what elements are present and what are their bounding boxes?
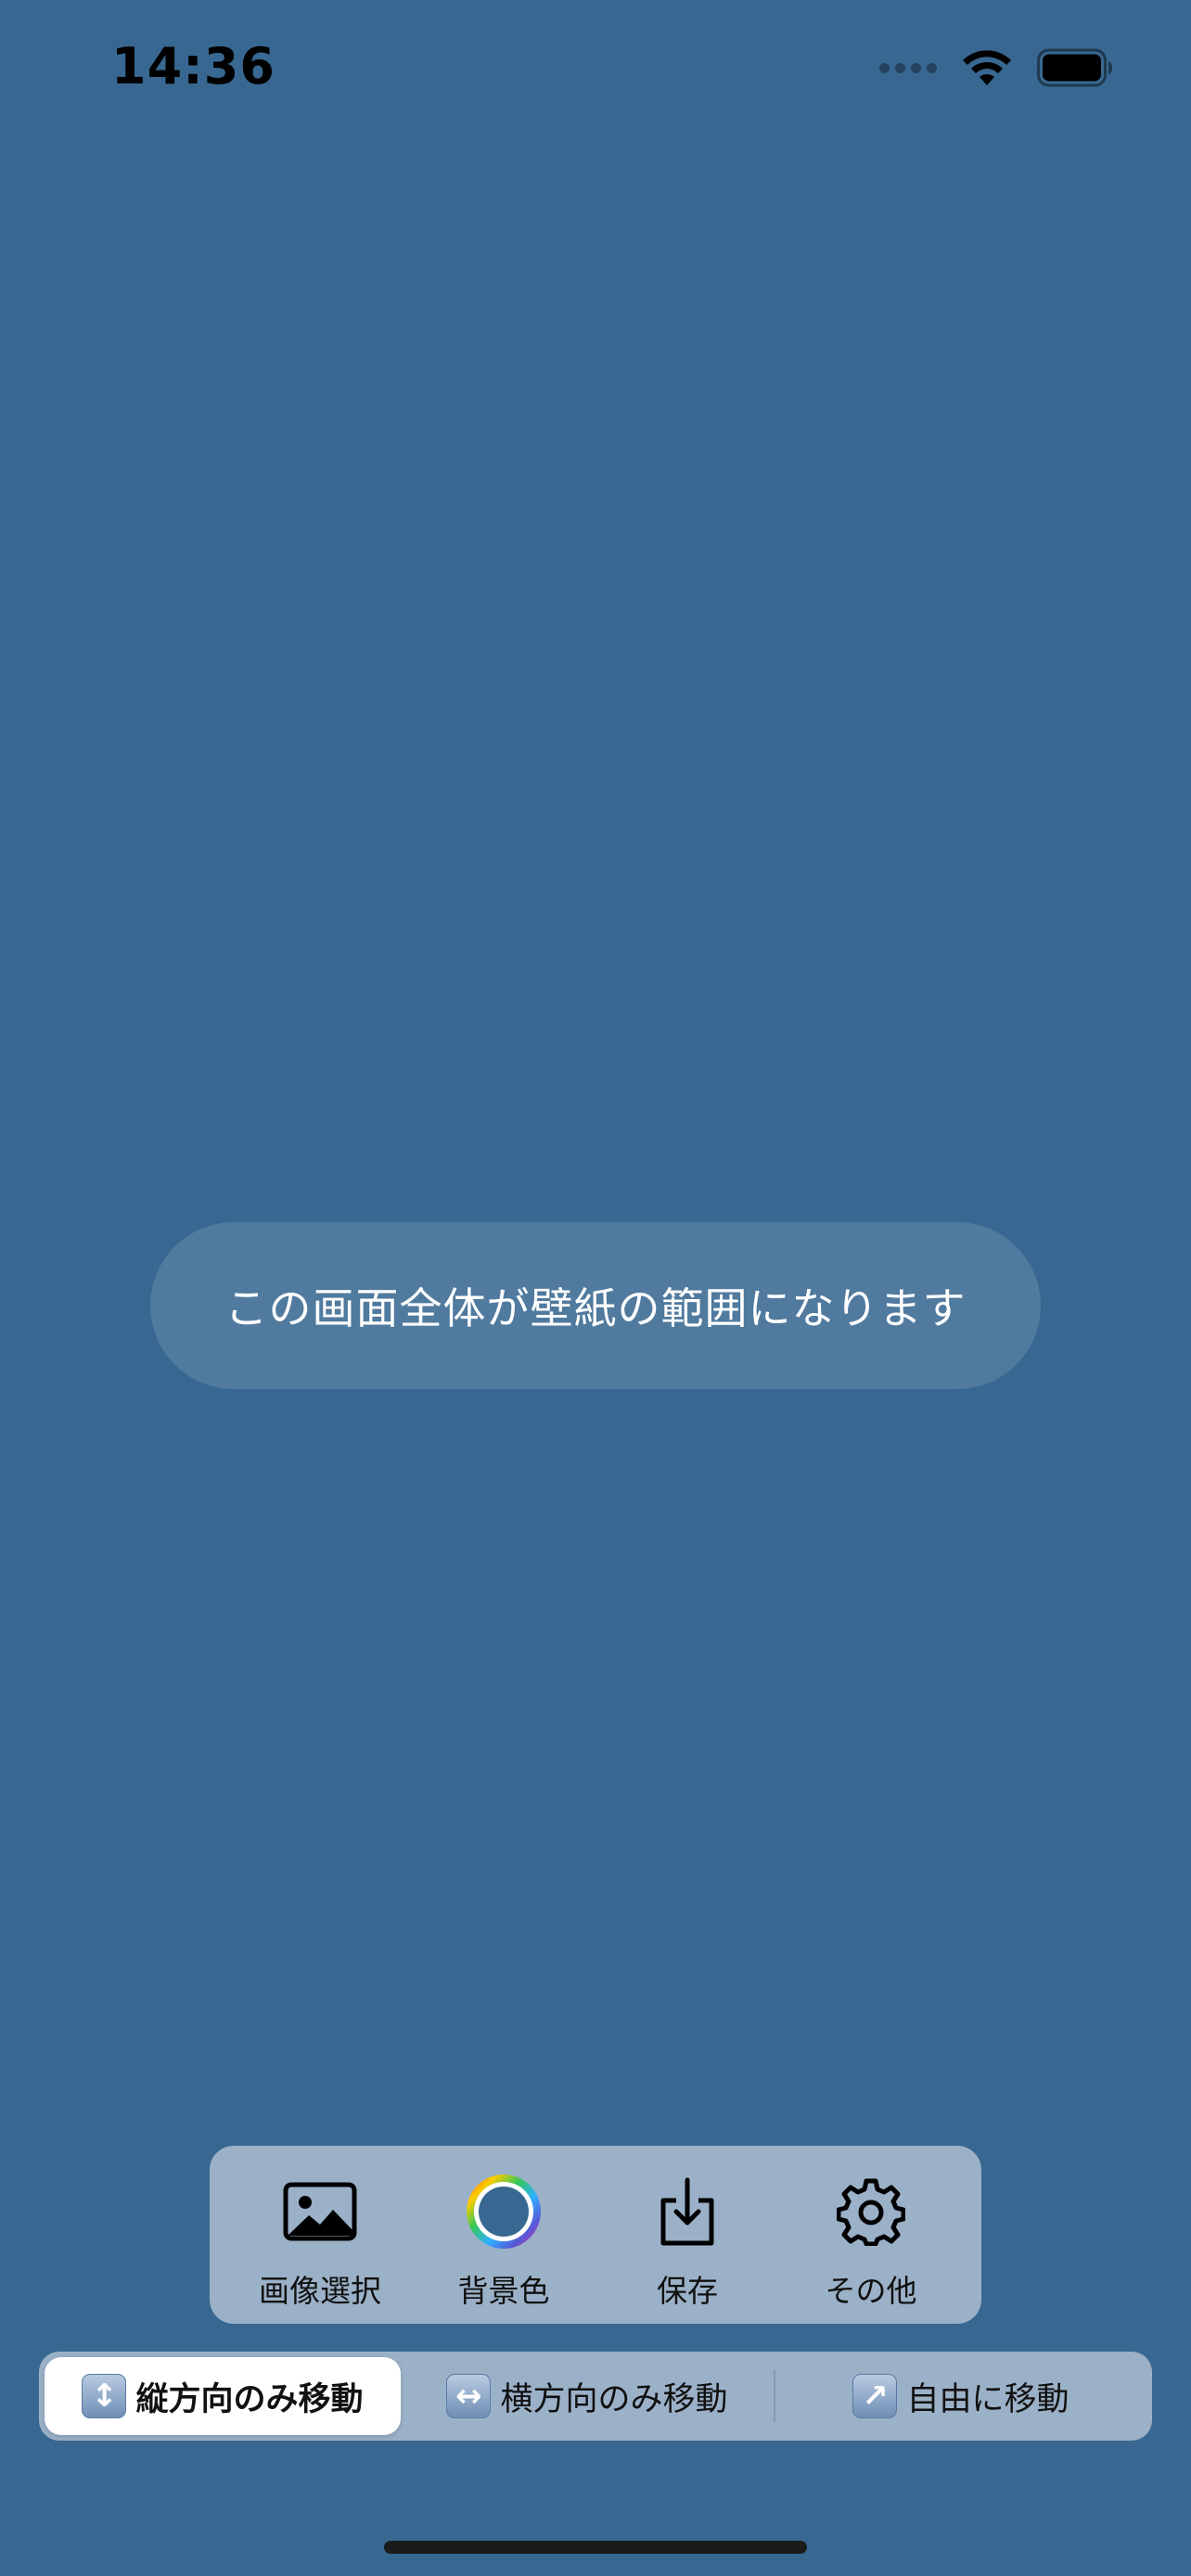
up-down-arrow-icon: ↕ xyxy=(82,2374,127,2418)
action-toolbar: 画像選択 背景色 保存 その他 xyxy=(210,2146,981,2324)
color-wheel-icon xyxy=(467,2174,541,2249)
segment-free-move[interactable]: ↗ 自由に移動 xyxy=(775,2357,1146,2435)
battery-icon xyxy=(1037,48,1112,87)
wifi-icon xyxy=(963,50,1011,85)
status-icons xyxy=(879,45,1113,91)
more-label: その他 xyxy=(825,2273,917,2309)
more-button[interactable]: その他 xyxy=(779,2146,963,2324)
status-time: 14:36 xyxy=(111,37,275,96)
gear-icon xyxy=(837,2178,905,2246)
background-color-label: 背景色 xyxy=(457,2273,550,2309)
wallpaper-area-hint-text: この画面全体が壁紙の範囲になります xyxy=(224,1283,967,1333)
movement-mode-control: ↕ 縦方向のみ移動 ↔ 横方向のみ移動 ↗ 自由に移動 xyxy=(39,2352,1152,2441)
left-right-arrow-icon: ↔ xyxy=(446,2374,492,2418)
photo-icon xyxy=(283,2182,357,2241)
up-right-arrow-icon: ↗ xyxy=(852,2374,898,2418)
save-button[interactable]: 保存 xyxy=(596,2146,779,2324)
select-image-label: 画像選択 xyxy=(259,2273,381,2309)
background-color-button[interactable]: 背景色 xyxy=(412,2146,596,2324)
cellular-signal-icon xyxy=(879,62,937,73)
wallpaper-area-hint: この画面全体が壁紙の範囲になります xyxy=(150,1222,1041,1389)
segment-vertical-only[interactable]: ↕ 縦方向のみ移動 xyxy=(45,2357,401,2435)
download-icon xyxy=(660,2177,714,2246)
segment-horizontal-only[interactable]: ↔ 横方向のみ移動 xyxy=(401,2357,774,2435)
segment-free-move-label: 自由に移動 xyxy=(906,2380,1069,2418)
segment-vertical-only-label: 縦方向のみ移動 xyxy=(135,2380,364,2418)
select-image-button[interactable]: 画像選択 xyxy=(228,2146,412,2324)
segment-horizontal-only-label: 横方向のみ移動 xyxy=(500,2380,728,2418)
home-indicator[interactable] xyxy=(384,2541,807,2554)
save-label: 保存 xyxy=(657,2273,718,2309)
